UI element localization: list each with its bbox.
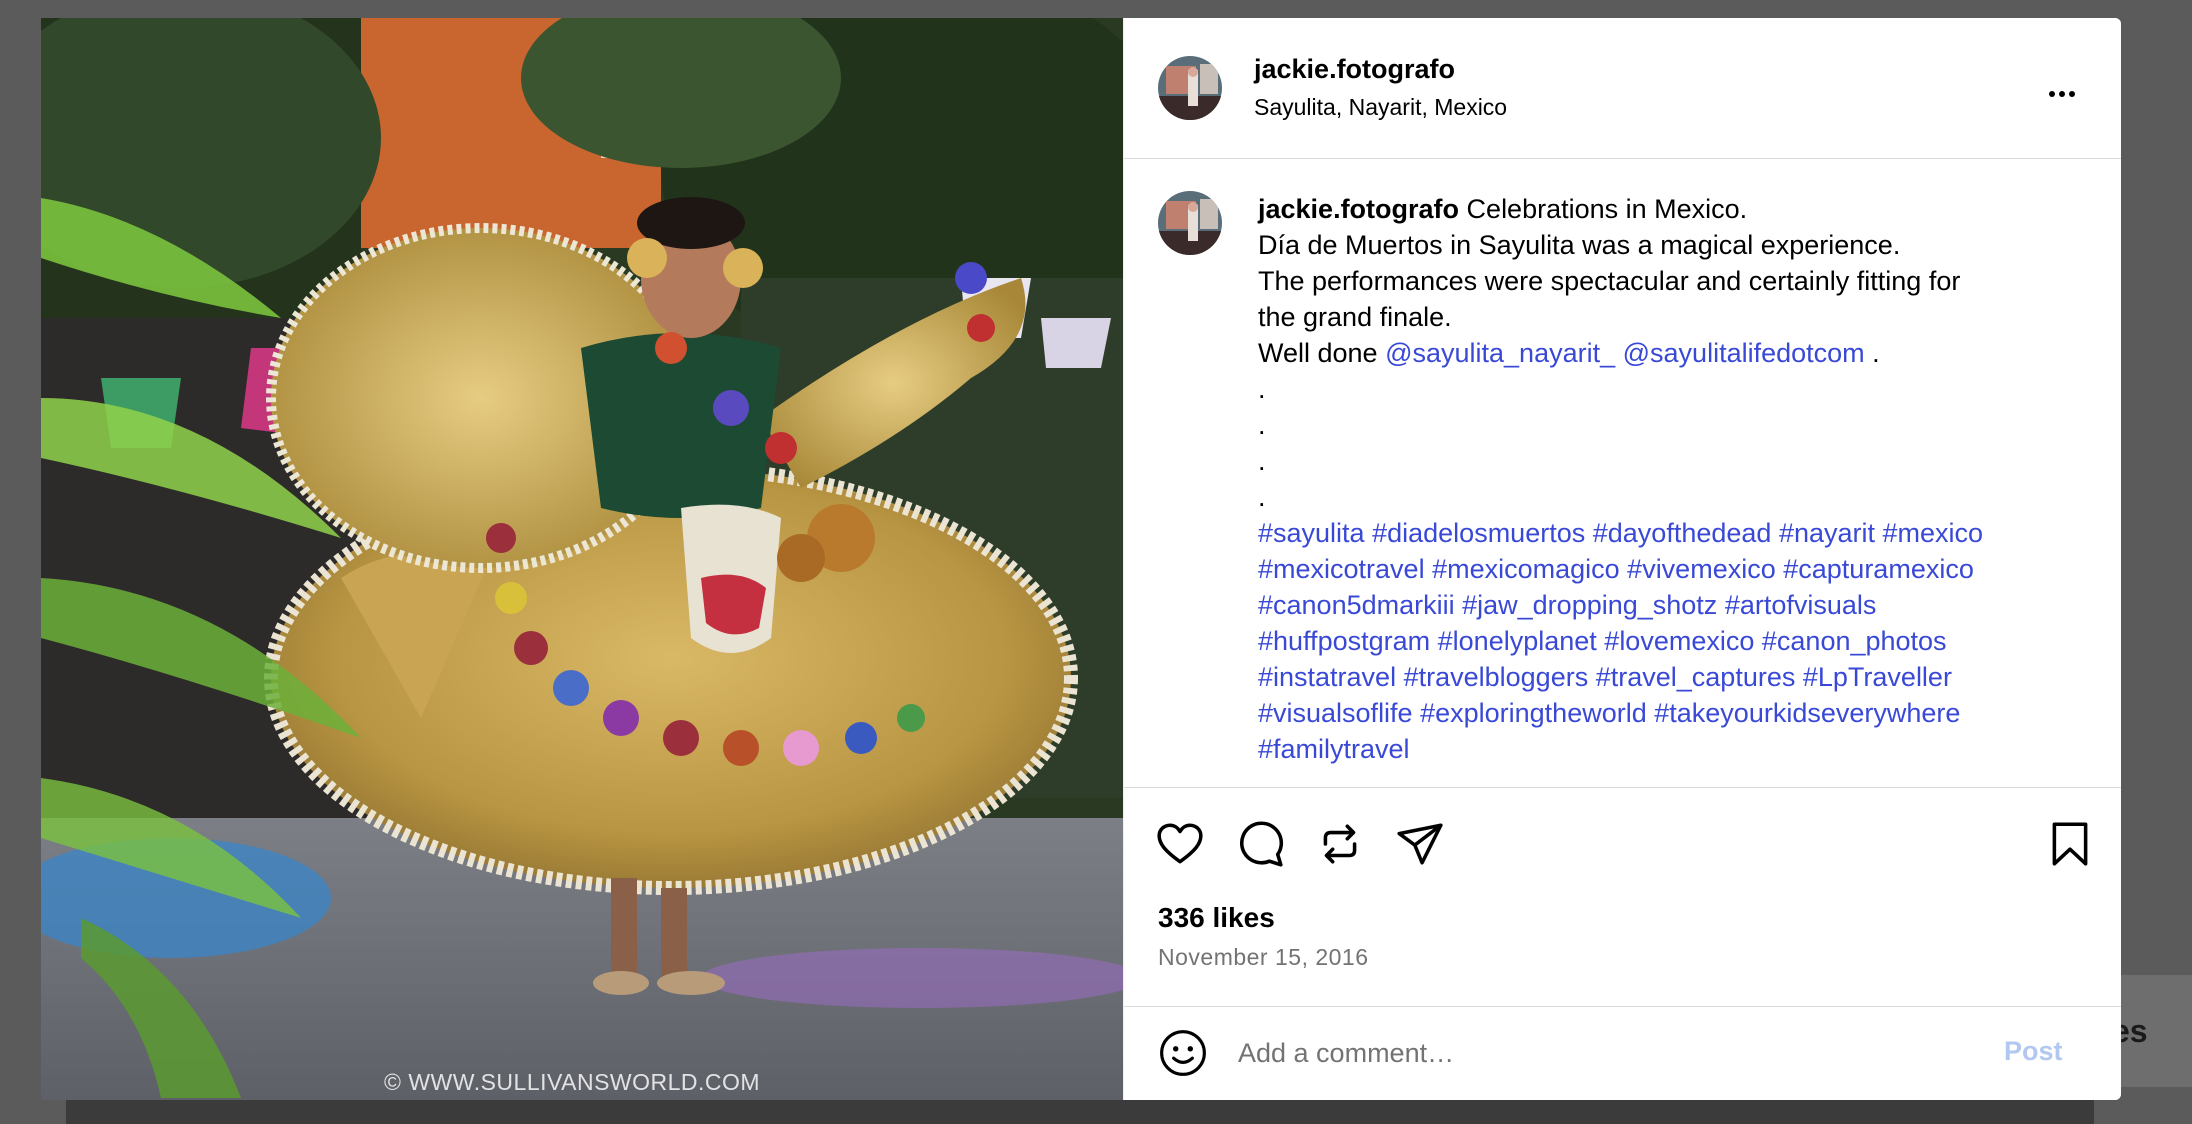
post-details-panel: jackie.fotografo Sayulita, Nayarit, Mexi… <box>1123 18 2121 1100</box>
hashtag-link[interactable]: #huffpostgram <box>1258 626 1430 656</box>
caption-line-1: Celebrations in Mexico. <box>1459 194 1748 224</box>
caption-line-3: The performances were spectacular and ce… <box>1258 266 1961 296</box>
caption-dot: . <box>1258 410 1266 440</box>
hashtag-line: #canon5dmarkiii #jaw_dropping_shotz #art… <box>1258 587 2078 623</box>
hashtag-link[interactable]: #nayarit <box>1779 518 1875 548</box>
comment-bar: Post <box>1124 1006 2121 1100</box>
dancer-photo-illustration <box>41 18 1123 1100</box>
hashtag-link[interactable]: #exploringtheworld <box>1420 698 1647 728</box>
post-date[interactable]: November 15, 2016 <box>1158 944 1369 971</box>
post-location[interactable]: Sayulita, Nayarit, Mexico <box>1254 94 1507 121</box>
photo-watermark: © WWW.SULLIVANSWORLD.COM <box>384 1069 761 1095</box>
post-caption: jackie.fotografo Celebrations in Mexico.… <box>1258 191 2078 767</box>
hashtag-link[interactable]: #takeyourkidseverywhere <box>1654 698 1960 728</box>
hashtag-link[interactable]: #dayofthedead <box>1593 518 1772 548</box>
hashtag-line: #visualsoflife #exploringtheworld #takey… <box>1258 695 2078 731</box>
hashtag-list: #sayulita #diadelosmuertos #dayofthedead… <box>1258 515 2078 767</box>
hashtag-link[interactable]: #artofvisuals <box>1725 590 1877 620</box>
post-actions: 336 likes November 15, 2016 <box>1124 787 2121 1007</box>
repost-icon[interactable] <box>1314 818 1366 870</box>
hashtag-link[interactable]: #LpTraveller <box>1803 662 1952 692</box>
mention-link[interactable]: @sayulita_nayarit_ <box>1385 338 1615 368</box>
hashtag-link[interactable]: #instatravel <box>1258 662 1396 692</box>
caption-dot: . <box>1258 374 1266 404</box>
likes-count[interactable]: 336 likes <box>1158 902 1275 934</box>
hashtag-link[interactable]: #lonelyplanet <box>1438 626 1597 656</box>
more-options-icon[interactable] <box>2042 74 2082 114</box>
caption-line-5-suffix: . <box>1864 338 1880 368</box>
hashtag-link[interactable]: #diadelosmuertos <box>1372 518 1585 548</box>
caption-dot: . <box>1258 446 1266 476</box>
author-avatar[interactable] <box>1158 56 1222 120</box>
hashtag-link[interactable]: #mexicotravel <box>1258 554 1425 584</box>
post-modal: © WWW.SULLIVANSWORLD.COM jackie.fotograf… <box>41 18 2121 1100</box>
caption-avatar[interactable] <box>1158 191 1222 255</box>
post-comment-button[interactable]: Post <box>2004 1036 2063 1067</box>
hashtag-link[interactable]: #canon_photos <box>1762 626 1947 656</box>
hashtag-link[interactable]: #mexico <box>1883 518 1984 548</box>
post-header: jackie.fotografo Sayulita, Nayarit, Mexi… <box>1124 18 2121 159</box>
emoji-icon[interactable] <box>1158 1028 1208 1078</box>
hashtag-link[interactable]: #vivemexico <box>1627 554 1776 584</box>
avatar-image <box>1158 56 1222 120</box>
hashtag-line: #mexicotravel #mexicomagico #vivemexico … <box>1258 551 2078 587</box>
hashtag-link[interactable]: #canon5dmarkiii <box>1258 590 1455 620</box>
hashtag-line: #familytravel <box>1258 731 2078 767</box>
mention-link[interactable]: @sayulitalifedotcom <box>1623 338 1865 368</box>
caption-section: jackie.fotografo Celebrations in Mexico.… <box>1124 159 2121 787</box>
hashtag-link[interactable]: #visualsoflife <box>1258 698 1413 728</box>
hashtag-link[interactable]: #familytravel <box>1258 734 1410 764</box>
avatar-image <box>1158 191 1222 255</box>
comment-input[interactable] <box>1238 1030 1938 1076</box>
caption-line-4: the grand finale. <box>1258 302 1452 332</box>
hashtag-link[interactable]: #sayulita <box>1258 518 1365 548</box>
hashtag-link[interactable]: #jaw_dropping_shotz <box>1462 590 1717 620</box>
hashtag-line: #sayulita #diadelosmuertos #dayofthedead… <box>1258 515 2078 551</box>
caption-line-2: Día de Muertos in Sayulita was a magical… <box>1258 230 1901 260</box>
post-photo: © WWW.SULLIVANSWORLD.COM <box>41 18 1123 1100</box>
caption-dot: . <box>1258 482 1266 512</box>
hashtag-link[interactable]: #lovemexico <box>1604 626 1754 656</box>
hashtag-link[interactable]: #travel_captures <box>1596 662 1796 692</box>
bookmark-icon[interactable] <box>2044 818 2096 870</box>
hashtag-line: #huffpostgram #lonelyplanet #lovemexico … <box>1258 623 2078 659</box>
caption-username[interactable]: jackie.fotografo <box>1258 194 1459 224</box>
hashtag-link[interactable]: #mexicomagico <box>1432 554 1620 584</box>
comment-icon[interactable] <box>1234 818 1286 870</box>
hashtag-link[interactable]: #travelbloggers <box>1404 662 1589 692</box>
hashtag-link[interactable]: #capturamexico <box>1783 554 1974 584</box>
caption-line-5-prefix: Well done <box>1258 338 1386 368</box>
author-username[interactable]: jackie.fotografo <box>1254 54 1455 85</box>
heart-icon[interactable] <box>1154 818 1206 870</box>
hashtag-line: #instatravel #travelbloggers #travel_cap… <box>1258 659 2078 695</box>
share-icon[interactable] <box>1394 818 1446 870</box>
background-page-strip <box>66 1098 2094 1124</box>
